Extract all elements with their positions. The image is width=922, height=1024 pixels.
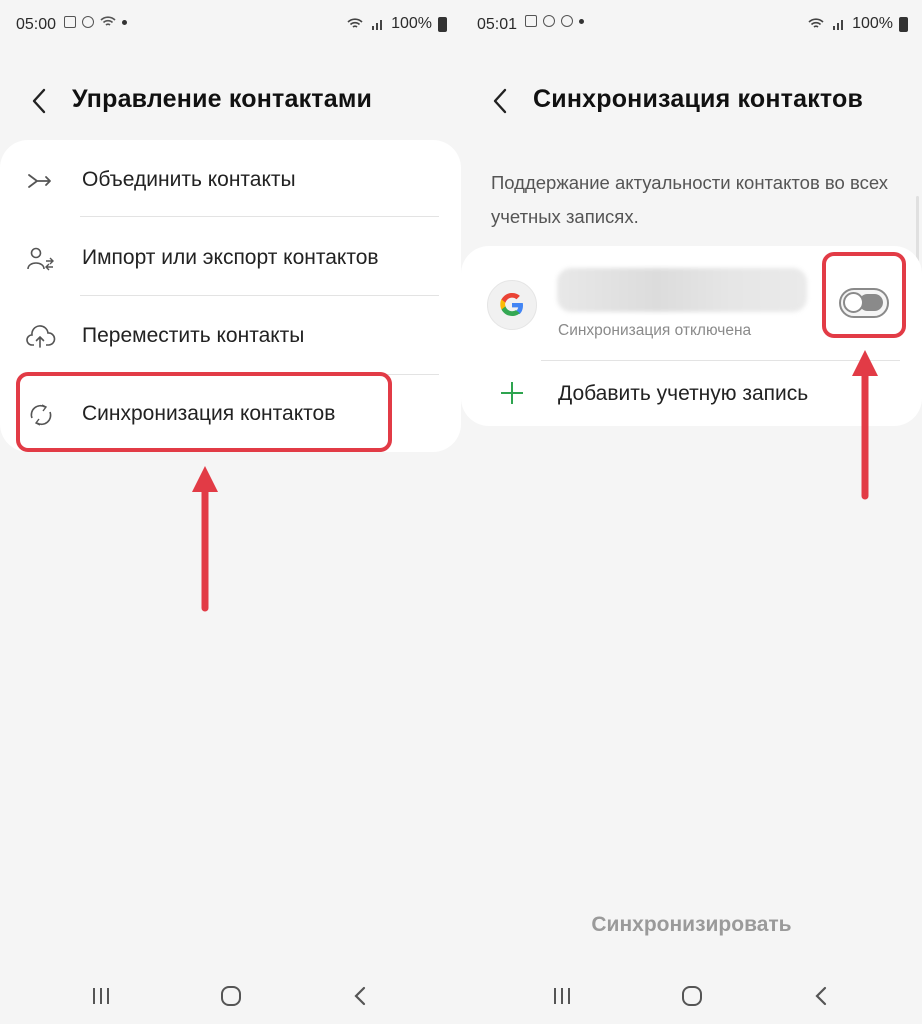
plus-icon [501, 382, 523, 404]
system-nav-bar [0, 975, 461, 1015]
battery-icon [899, 16, 908, 32]
import-export-icon [27, 247, 54, 271]
notification-icon [64, 16, 76, 28]
notification-icon [525, 15, 537, 27]
page-title: Синхронизация контактов [533, 85, 864, 113]
page-title: Управление контактами [72, 85, 373, 113]
signal-icon [833, 20, 844, 30]
more-notifications-dot [122, 19, 127, 25]
cloud-upload-icon [26, 325, 56, 348]
back-arrow-icon[interactable] [30, 87, 50, 115]
home-icon[interactable] [218, 983, 244, 1009]
red-arrow-up-icon [852, 350, 878, 500]
highlight-box [16, 372, 392, 452]
battery-percent: 100% [391, 15, 432, 32]
menu-item-merge[interactable]: Объединить контакты [0, 142, 461, 220]
menu-item-label: Переместить контакты [82, 324, 305, 347]
more-notifications-dot [579, 18, 584, 24]
back-nav-icon[interactable] [348, 983, 374, 1009]
highlight-box [822, 252, 906, 338]
lock-icon [561, 15, 573, 27]
back-nav-icon[interactable] [809, 983, 835, 1009]
google-icon [487, 280, 537, 330]
wifi-calling-icon [347, 18, 363, 28]
wifi-calling-icon [808, 18, 824, 28]
signal-icon [372, 20, 383, 30]
system-nav-bar [461, 975, 922, 1015]
recent-apps-icon[interactable] [88, 983, 114, 1009]
recent-apps-icon[interactable] [549, 983, 575, 1009]
wifi-icon [100, 16, 116, 26]
menu-item-move[interactable]: Переместить контакты [0, 298, 461, 376]
status-bar: 05:00 100% [0, 12, 461, 40]
sync-now-button[interactable]: Синхронизировать [461, 913, 922, 937]
red-arrow-up-icon [192, 466, 218, 612]
battery-icon [438, 16, 447, 32]
description-text: Поддержание актуальности контактов во вс… [491, 172, 888, 227]
battery-percent: 100% [852, 15, 893, 32]
account-email-blurred [557, 268, 807, 312]
status-time: 05:00 [16, 16, 57, 33]
app-bar: Синхронизация контактов [461, 82, 922, 122]
status-time: 05:01 [477, 16, 518, 33]
app-bar: Управление контактами [0, 82, 461, 122]
add-account-label: Добавить учетную запись [558, 382, 809, 405]
menu-item-import-export[interactable]: Импорт или экспорт контактов [0, 220, 461, 298]
notification-icons [525, 15, 584, 27]
menu-item-label: Объединить контакты [82, 168, 296, 191]
menu-item-label: Импорт или экспорт контактов [82, 246, 379, 269]
status-bar: 05:01 100% [461, 12, 922, 40]
notification-icons [64, 15, 127, 29]
back-arrow-icon[interactable] [491, 87, 511, 115]
camera-icon [543, 15, 555, 27]
right-screen: 05:01 100% Синхронизация контактов Подде… [461, 0, 922, 1024]
left-screen: 05:00 100% Управление контактами Объедин… [0, 0, 461, 1024]
merge-icon [28, 174, 51, 188]
camera-icon [82, 16, 94, 28]
home-icon[interactable] [679, 983, 705, 1009]
sync-status-text: Синхронизация отключена [558, 322, 752, 339]
